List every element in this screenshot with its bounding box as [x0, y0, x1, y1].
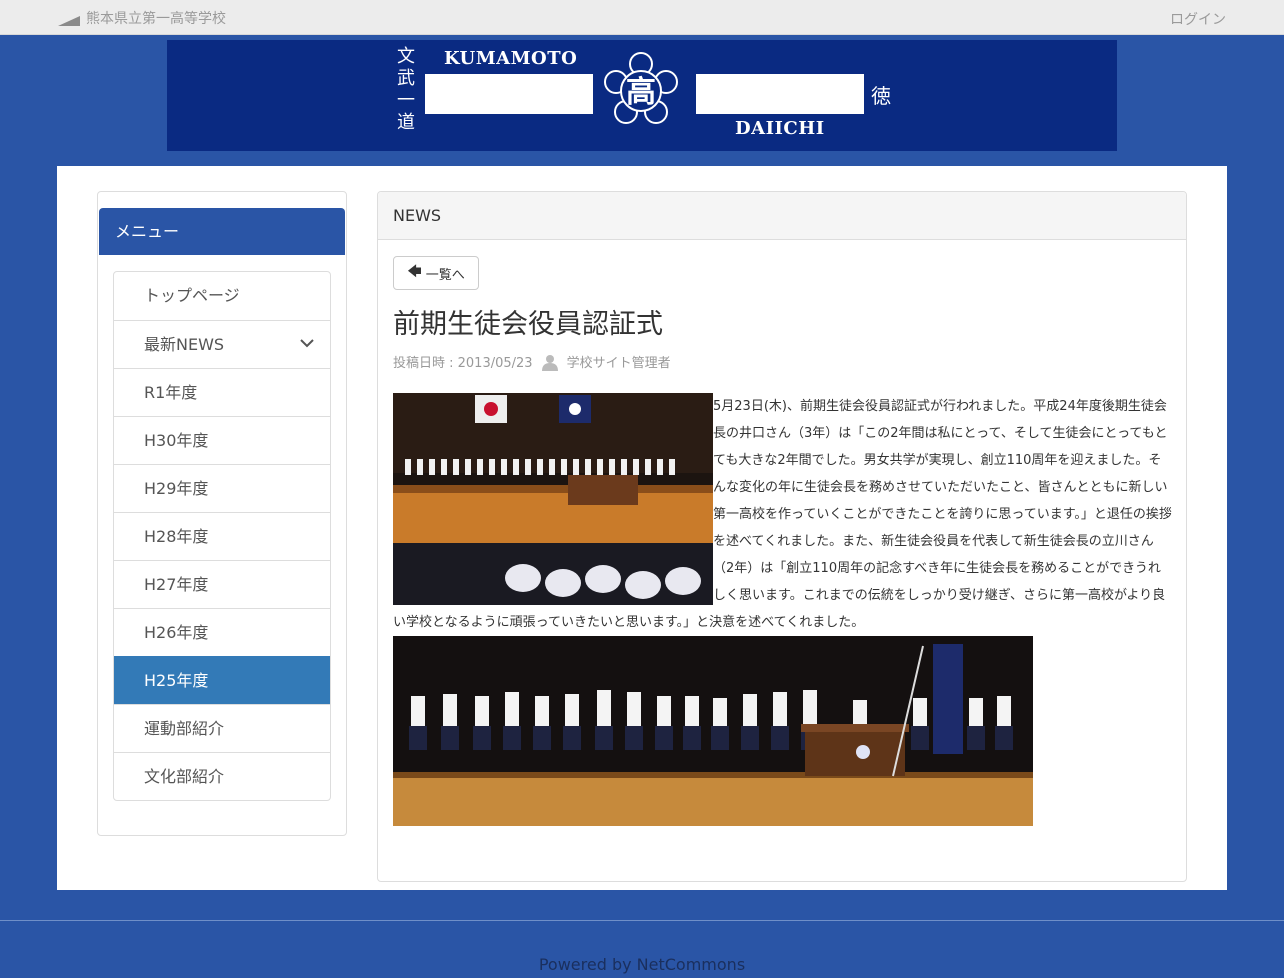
- home-triangle-icon: [58, 16, 80, 26]
- banner-blank-right: [696, 74, 864, 114]
- sidebar-item-h26[interactable]: H26年度: [114, 608, 330, 656]
- sidebar: メニュー トップページ 最新NEWS R1年度 H30年度 H29年度 H28年…: [97, 191, 347, 836]
- sidebar-item-r1[interactable]: R1年度: [114, 368, 330, 416]
- site-name: 熊本県立第一高等学校: [86, 11, 226, 27]
- menu-list: トップページ 最新NEWS R1年度 H30年度 H29年度 H28年度 H27…: [113, 271, 331, 801]
- banner-word-kumamoto: KUMAMOTO: [444, 48, 578, 69]
- sidebar-item-h28[interactable]: H28年度: [114, 512, 330, 560]
- login-link[interactable]: ログイン: [1170, 9, 1226, 29]
- sidebar-item-label: H30年度: [144, 431, 209, 450]
- sidebar-item-h29[interactable]: H29年度: [114, 464, 330, 512]
- panel-title: NEWS: [378, 192, 1186, 240]
- sidebar-item-label: 文化部紹介: [144, 767, 225, 786]
- banner-vertical-motto: 文武一道: [397, 46, 415, 133]
- footer-divider: [0, 920, 1284, 921]
- sidebar-item-latest-news[interactable]: 最新NEWS: [114, 320, 330, 368]
- sidebar-item-label: H29年度: [144, 479, 209, 498]
- article-body: 5月23日(木)、前期生徒会役員認証式が行われました。平成24年度後期生徒会長の…: [393, 393, 1173, 826]
- banner-vertical-right: 徳: [871, 84, 891, 108]
- back-to-list-button[interactable]: 🡄 一覧へ: [393, 256, 479, 290]
- article-meta: 投稿日時 : 2013/05/23 学校サイト管理者: [393, 352, 671, 371]
- footer-powered-by: Powered by NetCommons: [0, 955, 1284, 974]
- school-emblem-icon: 高: [604, 52, 678, 124]
- sidebar-item-culture-clubs[interactable]: 文化部紹介: [114, 752, 330, 800]
- sidebar-item-sports-clubs[interactable]: 運動部紹介: [114, 704, 330, 752]
- arrow-left-icon: 🡄: [407, 264, 422, 280]
- ceremony-photo-students: [393, 636, 1033, 826]
- top-bar: 熊本県立第一高等学校 ログイン: [0, 0, 1284, 35]
- main-container: メニュー トップページ 最新NEWS R1年度 H30年度 H29年度 H28年…: [57, 166, 1227, 890]
- netcommons-link[interactable]: Powered by NetCommons: [539, 955, 745, 974]
- sidebar-item-h30[interactable]: H30年度: [114, 416, 330, 464]
- menu-header: メニュー: [99, 208, 345, 255]
- sidebar-item-h25[interactable]: H25年度: [114, 656, 330, 704]
- sidebar-item-label: トップページ: [144, 286, 240, 305]
- sidebar-item-label: H25年度: [144, 671, 209, 690]
- banner-word-daiichi: DAIICHI: [735, 118, 825, 139]
- sidebar-item-label: H27年度: [144, 575, 209, 594]
- news-panel: NEWS 🡄 一覧へ 前期生徒会役員認証式 投稿日時 : 2013/05/23 …: [377, 191, 1187, 882]
- sidebar-item-label: 運動部紹介: [144, 719, 225, 738]
- ceremony-photo-stage: [393, 393, 713, 605]
- sidebar-item-label: 最新NEWS: [144, 335, 225, 354]
- school-banner: 文武一道 KUMAMOTO 高 DAIICHI 徳: [167, 40, 1117, 151]
- site-home-link[interactable]: 熊本県立第一高等学校: [58, 8, 226, 28]
- article-title: 前期生徒会役員認証式: [393, 309, 663, 340]
- chevron-down-icon[interactable]: [300, 338, 314, 348]
- sidebar-item-top-page[interactable]: トップページ: [114, 272, 330, 320]
- back-to-list-label: 一覧へ: [425, 267, 465, 283]
- sidebar-item-label: H26年度: [144, 623, 209, 642]
- banner-blank-left: [425, 74, 593, 114]
- sidebar-item-label: H28年度: [144, 527, 209, 546]
- emblem-char: 高: [626, 75, 656, 110]
- user-avatar-icon: [541, 354, 558, 371]
- posted-date: 投稿日時 : 2013/05/23: [393, 356, 533, 371]
- sidebar-item-h27[interactable]: H27年度: [114, 560, 330, 608]
- author-link[interactable]: 学校サイト管理者: [567, 352, 671, 371]
- sidebar-item-label: R1年度: [144, 383, 198, 402]
